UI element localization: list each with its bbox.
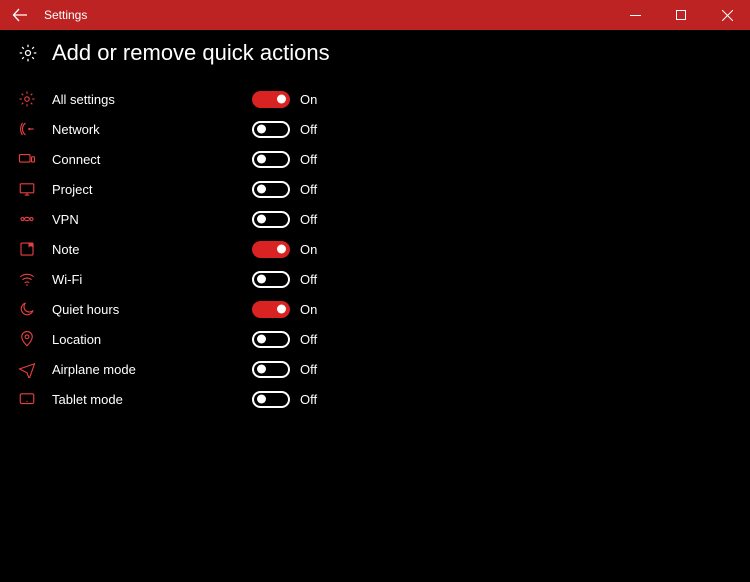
toggle-state-label: Off xyxy=(300,212,317,227)
quick-action-label: Wi-Fi xyxy=(52,272,252,287)
location-icon xyxy=(18,330,52,348)
toggle-knob xyxy=(257,125,266,134)
toggle-state-label: Off xyxy=(300,332,317,347)
toggle-cell: Off xyxy=(252,121,317,138)
toggle-state-label: Off xyxy=(300,272,317,287)
toggle-knob xyxy=(257,365,266,374)
toggle-vpn[interactable] xyxy=(252,211,290,228)
note-icon xyxy=(18,240,52,258)
quick-action-label: Location xyxy=(52,332,252,347)
quick-action-row-all-settings: All settings On xyxy=(18,84,732,114)
quick-action-row-airplane-mode: Airplane mode Off xyxy=(18,354,732,384)
back-button[interactable] xyxy=(0,0,40,30)
toggle-tablet-mode[interactable] xyxy=(252,391,290,408)
close-button[interactable] xyxy=(704,0,750,30)
quick-action-label: Connect xyxy=(52,152,252,167)
toggle-cell: Off xyxy=(252,391,317,408)
maximize-button[interactable] xyxy=(658,0,704,30)
toggle-knob xyxy=(257,155,266,164)
toggle-state-label: Off xyxy=(300,392,317,407)
content: Add or remove quick actions All settings… xyxy=(0,30,750,424)
vpn-icon xyxy=(18,210,52,228)
project-icon xyxy=(18,180,52,198)
toggle-state-label: On xyxy=(300,242,317,257)
toggle-cell: Off xyxy=(252,331,317,348)
toggle-cell: Off xyxy=(252,211,317,228)
quick-action-label: All settings xyxy=(52,92,252,107)
wifi-icon xyxy=(18,270,52,288)
toggle-quiet-hours[interactable] xyxy=(252,301,290,318)
toggle-knob xyxy=(257,275,266,284)
quick-action-label: Project xyxy=(52,182,252,197)
toggle-connect[interactable] xyxy=(252,151,290,168)
quick-action-row-wifi: Wi-Fi Off xyxy=(18,264,732,294)
gear-icon xyxy=(18,43,38,63)
quick-action-row-tablet-mode: Tablet mode Off xyxy=(18,384,732,414)
all-settings-icon xyxy=(18,90,52,108)
window-controls xyxy=(612,0,750,30)
toggle-cell: Off xyxy=(252,151,317,168)
quick-action-label: Airplane mode xyxy=(52,362,252,377)
page-header: Add or remove quick actions xyxy=(18,40,732,66)
toggle-state-label: Off xyxy=(300,362,317,377)
toggle-cell: On xyxy=(252,301,317,318)
network-icon xyxy=(18,120,52,138)
connect-icon xyxy=(18,150,52,168)
quiet-hours-icon xyxy=(18,300,52,318)
quick-action-list: All settingsOnNetworkOffConnectOffProjec… xyxy=(18,84,732,414)
quick-action-row-vpn: VPN Off xyxy=(18,204,732,234)
toggle-cell: Off xyxy=(252,361,317,378)
airplane-mode-icon xyxy=(18,360,52,378)
quick-action-row-quiet-hours: Quiet hours On xyxy=(18,294,732,324)
quick-action-label: Tablet mode xyxy=(52,392,252,407)
toggle-knob xyxy=(257,185,266,194)
toggle-network[interactable] xyxy=(252,121,290,138)
quick-action-row-network: Network Off xyxy=(18,114,732,144)
toggle-all-settings[interactable] xyxy=(252,91,290,108)
toggle-state-label: Off xyxy=(300,182,317,197)
toggle-state-label: Off xyxy=(300,122,317,137)
minimize-icon xyxy=(630,10,641,21)
toggle-cell: Off xyxy=(252,271,317,288)
quick-action-row-connect: Connect Off xyxy=(18,144,732,174)
toggle-state-label: Off xyxy=(300,152,317,167)
window-title: Settings xyxy=(44,8,87,22)
toggle-state-label: On xyxy=(300,302,317,317)
toggle-knob xyxy=(277,245,286,254)
toggle-knob xyxy=(277,95,286,104)
toggle-location[interactable] xyxy=(252,331,290,348)
toggle-cell: On xyxy=(252,91,317,108)
quick-action-label: Note xyxy=(52,242,252,257)
quick-action-label: VPN xyxy=(52,212,252,227)
toggle-note[interactable] xyxy=(252,241,290,258)
maximize-icon xyxy=(676,10,686,20)
toggle-project[interactable] xyxy=(252,181,290,198)
quick-action-row-note: Note On xyxy=(18,234,732,264)
toggle-knob xyxy=(257,395,266,404)
titlebar: Settings xyxy=(0,0,750,30)
quick-action-row-location: Location Off xyxy=(18,324,732,354)
tablet-mode-icon xyxy=(18,390,52,408)
toggle-knob xyxy=(277,305,286,314)
arrow-left-icon xyxy=(12,7,28,23)
quick-action-label: Quiet hours xyxy=(52,302,252,317)
toggle-knob xyxy=(257,215,266,224)
close-icon xyxy=(722,10,733,21)
quick-action-row-project: Project Off xyxy=(18,174,732,204)
quick-action-label: Network xyxy=(52,122,252,137)
toggle-cell: Off xyxy=(252,181,317,198)
toggle-knob xyxy=(257,335,266,344)
page-title: Add or remove quick actions xyxy=(52,40,330,66)
toggle-wifi[interactable] xyxy=(252,271,290,288)
toggle-airplane-mode[interactable] xyxy=(252,361,290,378)
toggle-cell: On xyxy=(252,241,317,258)
minimize-button[interactable] xyxy=(612,0,658,30)
toggle-state-label: On xyxy=(300,92,317,107)
